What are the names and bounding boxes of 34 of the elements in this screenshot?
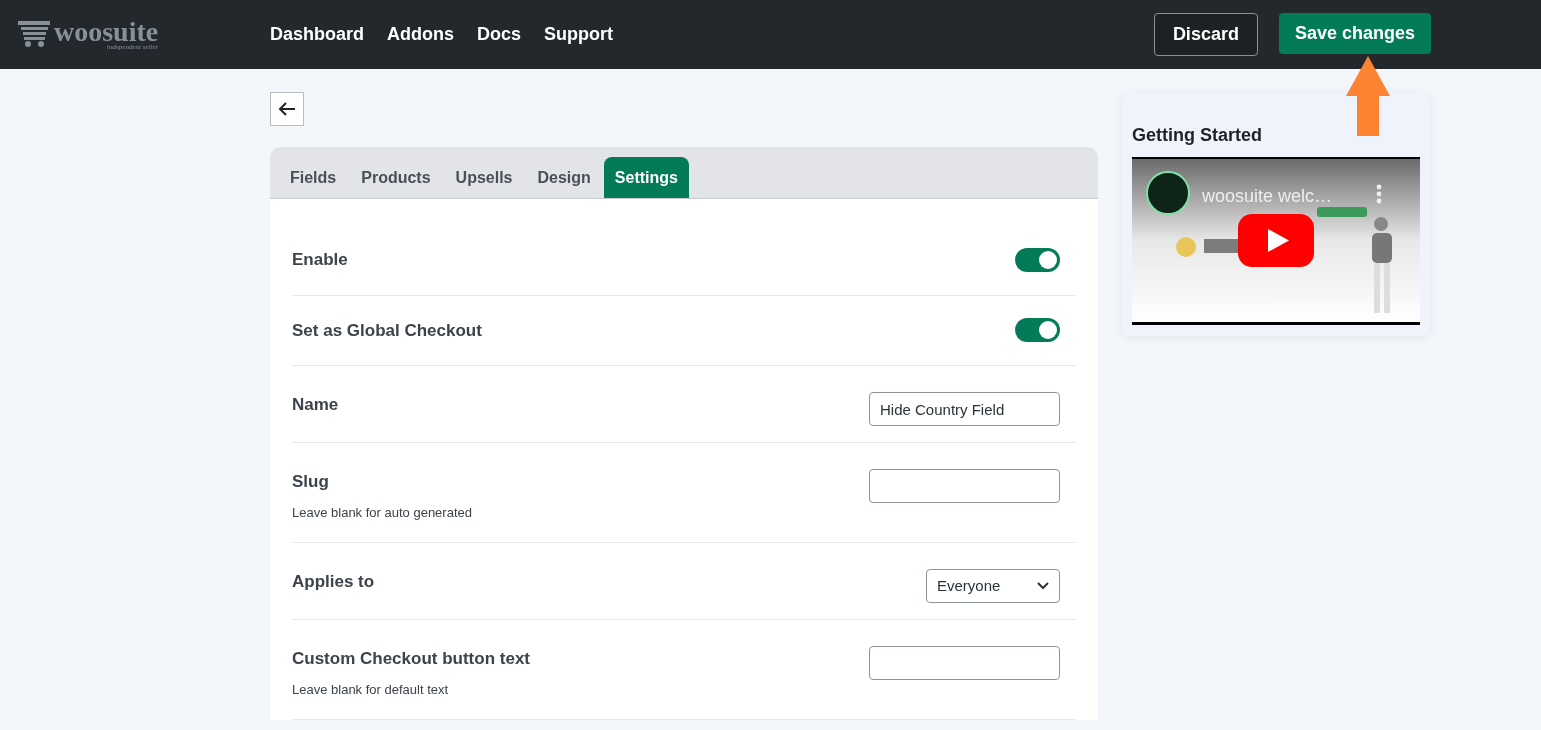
setting-hint: Leave blank for auto generated — [292, 503, 472, 522]
select-dropdown[interactable]: Everyone — [926, 569, 1060, 603]
sidebar-title: Getting Started — [1132, 124, 1263, 147]
setting-label: Slug — [292, 471, 330, 493]
logo-text: woosuite — [54, 18, 159, 46]
setting-label: Custom Checkout button text — [292, 648, 530, 670]
setting-label: Enable — [292, 249, 348, 271]
text-field[interactable] — [869, 469, 1060, 503]
back-arrow-icon — [278, 102, 296, 116]
tab[interactable]: Fields — [278, 157, 349, 198]
nav-link[interactable]: Addons — [387, 21, 455, 48]
nav-link[interactable]: Docs — [477, 21, 522, 48]
text-field[interactable]: Hide Country Field — [869, 392, 1060, 426]
more-options-icon[interactable] — [1376, 184, 1382, 204]
play-button-icon[interactable] — [1238, 214, 1314, 267]
toggle-switch[interactable] — [1015, 318, 1060, 343]
setting-hint: Leave blank for default text — [292, 680, 450, 699]
nav-link[interactable]: Dashboard — [270, 21, 365, 48]
tab[interactable]: Products — [349, 157, 443, 198]
chevron-down-icon — [1037, 582, 1049, 590]
back-button[interactable] — [270, 92, 304, 126]
cart-icon — [18, 21, 50, 47]
tab[interactable]: Design — [525, 157, 603, 198]
video-title: woosuite welc… — [1202, 185, 1333, 208]
setting-label: Applies to — [292, 571, 375, 593]
nav-link[interactable]: Support — [544, 21, 614, 48]
save-button[interactable]: Save changes — [1278, 13, 1431, 54]
toggle-switch[interactable] — [1015, 247, 1060, 272]
setting-label: Name — [292, 394, 339, 416]
text-field[interactable] — [869, 646, 1060, 680]
tab[interactable]: Upsells — [443, 157, 525, 198]
setting-label: Set as Global Checkout — [292, 319, 482, 342]
tab[interactable]: Settings — [603, 157, 689, 198]
discard-button[interactable]: Discard — [1153, 13, 1258, 56]
